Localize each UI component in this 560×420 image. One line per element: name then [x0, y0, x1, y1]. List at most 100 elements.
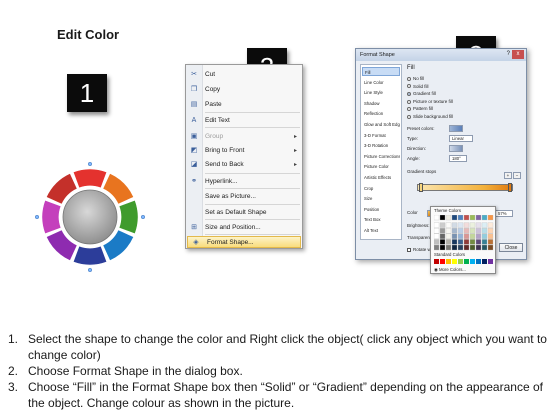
color-swatch[interactable] — [451, 239, 458, 245]
more-colors-link[interactable]: ◉ More Colors... — [434, 267, 466, 273]
color-swatch[interactable] — [434, 233, 440, 239]
radio-button[interactable] — [407, 84, 411, 89]
fill-option-pattern-fill[interactable]: Pattern fill — [407, 105, 433, 112]
color-swatch[interactable] — [451, 215, 458, 221]
color-swatch[interactable] — [475, 222, 482, 228]
nav-item-line-style[interactable]: Line Style — [362, 88, 400, 97]
color-swatch[interactable] — [439, 228, 446, 234]
color-swatch[interactable] — [488, 259, 493, 264]
color-swatch[interactable] — [469, 222, 476, 228]
menu-item-cut[interactable]: ✂ Cut — [186, 69, 302, 81]
wheel-segment[interactable] — [72, 168, 108, 189]
gradient-stop-handle[interactable] — [419, 183, 423, 192]
type-select[interactable]: Linear — [449, 135, 473, 142]
nav-item-artistic-effects[interactable]: Artistic Effects — [362, 173, 400, 182]
color-swatch[interactable] — [475, 233, 482, 239]
nav-item-3-d-rotation[interactable]: 3-D Rotation — [362, 141, 400, 150]
radio-button[interactable] — [407, 114, 411, 119]
gradient-stop-handle[interactable] — [508, 183, 512, 192]
segmented-color-wheel[interactable] — [35, 162, 145, 272]
radio-button[interactable] — [407, 76, 411, 81]
color-swatch[interactable] — [439, 244, 446, 251]
color-swatch[interactable] — [464, 259, 469, 264]
position-input[interactable]: 57% — [495, 210, 513, 217]
color-swatch[interactable] — [451, 228, 458, 234]
menu-item-paste[interactable]: ▤ Paste — [186, 99, 302, 111]
color-swatch[interactable] — [475, 228, 482, 234]
color-swatch[interactable] — [463, 228, 470, 234]
color-swatch[interactable] — [451, 244, 458, 251]
color-swatch[interactable] — [434, 239, 440, 245]
radio-button[interactable] — [407, 92, 411, 96]
color-swatch[interactable] — [457, 228, 464, 234]
wheel-segment[interactable] — [72, 245, 108, 266]
radio-button[interactable] — [407, 107, 411, 112]
color-swatch[interactable] — [463, 215, 470, 221]
color-swatch[interactable] — [452, 259, 457, 264]
color-swatch[interactable] — [458, 259, 463, 264]
nav-item-crop[interactable]: Crop — [362, 184, 400, 193]
color-swatch[interactable] — [446, 259, 451, 264]
add-stop-button[interactable]: + — [504, 172, 512, 179]
nav-item-shadow[interactable]: Shadow — [362, 99, 400, 108]
color-swatch[interactable] — [457, 239, 464, 245]
color-swatch[interactable] — [475, 244, 482, 251]
remove-stop-button[interactable]: − — [513, 172, 521, 179]
color-swatch[interactable] — [445, 228, 452, 234]
color-swatch[interactable] — [457, 244, 464, 251]
wheel-segment[interactable] — [118, 199, 139, 235]
nav-item-fill[interactable]: Fill — [362, 67, 400, 76]
menu-item-set-as-default-shape[interactable]: Set as Default Shape — [186, 207, 302, 219]
color-swatch[interactable] — [439, 222, 446, 228]
menu-item-hyperlink[interactable]: ⚭ Hyperlink... — [186, 176, 302, 188]
color-swatch[interactable] — [463, 233, 470, 239]
color-swatch[interactable] — [434, 259, 439, 264]
color-swatch[interactable] — [475, 239, 482, 245]
nav-item-picture-color[interactable]: Picture Color — [362, 162, 400, 171]
color-swatch[interactable] — [457, 233, 464, 239]
nav-item-line-color[interactable]: Line Color — [362, 78, 400, 87]
color-swatch[interactable] — [457, 222, 464, 228]
menu-item-send-to-back[interactable]: ◪ Send to Back ▸ — [186, 159, 302, 171]
color-swatch[interactable] — [463, 244, 470, 251]
color-swatch[interactable] — [439, 239, 446, 245]
color-swatch[interactable] — [469, 239, 476, 245]
color-swatch[interactable] — [445, 233, 452, 239]
fill-option-solid-fill[interactable]: Solid fill — [407, 83, 429, 90]
menu-item-bring-to-front[interactable]: ◩ Bring to Front ▸ — [186, 145, 302, 157]
menu-item-edit-text[interactable]: A Edit Text — [186, 115, 302, 127]
menu-item-copy[interactable]: ❐ Copy — [186, 84, 302, 96]
nav-item-alt-text[interactable]: Alt Text — [362, 226, 400, 235]
theme-colors-grid[interactable] — [434, 215, 494, 251]
nav-item-reflection[interactable]: Reflection — [362, 109, 400, 118]
menu-item-format-shape[interactable]: ◈ Format Shape... — [187, 236, 301, 248]
color-swatch[interactable] — [487, 222, 494, 228]
color-swatch[interactable] — [451, 233, 458, 239]
nav-item-3-d-format[interactable]: 3-D Format — [362, 131, 400, 140]
close-button[interactable]: Close — [499, 243, 523, 252]
color-swatch[interactable] — [440, 259, 445, 264]
color-swatch[interactable] — [463, 222, 470, 228]
color-swatch[interactable] — [481, 228, 488, 234]
nav-item-text-box[interactable]: Text Box — [362, 215, 400, 224]
color-swatch[interactable] — [439, 233, 446, 239]
nav-item-position[interactable]: Position — [362, 205, 400, 214]
color-swatch[interactable] — [487, 215, 494, 221]
fill-option-no-fill[interactable]: No fill — [407, 75, 424, 82]
color-swatch[interactable] — [451, 222, 458, 228]
color-swatch[interactable] — [487, 228, 494, 234]
color-swatch[interactable] — [481, 239, 488, 245]
radio-button[interactable] — [407, 99, 411, 104]
rotate-checkbox[interactable] — [407, 247, 411, 252]
color-swatch[interactable] — [463, 239, 470, 245]
fill-option-gradient-fill[interactable]: Gradient fill — [407, 90, 436, 97]
color-swatch[interactable] — [434, 244, 440, 251]
fill-option-slide-background-fill[interactable]: Slide background fill — [407, 113, 453, 120]
color-swatch[interactable] — [487, 239, 494, 245]
preset-colors-button[interactable] — [449, 125, 463, 132]
angle-input[interactable]: 180° — [449, 155, 467, 162]
color-swatch[interactable] — [475, 215, 482, 221]
color-swatch[interactable] — [445, 215, 452, 221]
color-swatch[interactable] — [469, 233, 476, 239]
color-swatch[interactable] — [481, 244, 488, 251]
